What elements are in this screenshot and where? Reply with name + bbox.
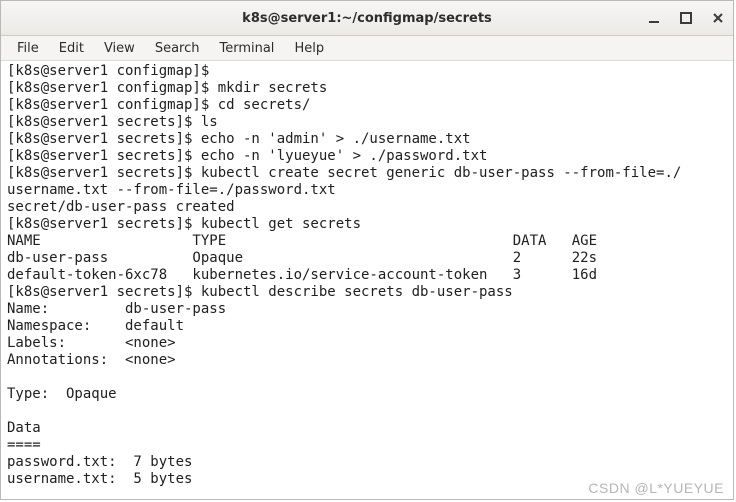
menubar: File Edit View Search Terminal Help — [1, 36, 733, 61]
terminal-line: [k8s@server1 secrets]$ echo -n 'admin' >… — [7, 131, 471, 147]
menu-edit[interactable]: Edit — [49, 39, 94, 58]
terminal-line: secret/db-user-pass created — [7, 199, 235, 215]
terminal-line: default-token-6xc78 kubernetes.io/servic… — [7, 267, 597, 283]
window-controls — [645, 1, 727, 35]
terminal-line: [k8s@server1 configmap]$ cd secrets/ — [7, 97, 310, 113]
terminal-line: [k8s@server1 secrets]$ kubectl get secre… — [7, 216, 361, 232]
terminal-line: [k8s@server1 secrets]$ echo -n 'lyueyue'… — [7, 148, 487, 164]
terminal-line: Annotations: <none> — [7, 352, 176, 368]
terminal-line: [k8s@server1 secrets]$ kubectl create se… — [7, 165, 681, 181]
terminal-line: Data — [7, 420, 41, 436]
menu-terminal[interactable]: Terminal — [209, 39, 284, 58]
terminal-line: password.txt: 7 bytes — [7, 454, 192, 470]
terminal-line: ==== — [7, 437, 41, 453]
titlebar[interactable]: k8s@server1:~/configmap/secrets — [1, 1, 733, 36]
terminal-line: [k8s@server1 secrets]$ kubectl describe … — [7, 284, 513, 300]
terminal-line: Type: Opaque — [7, 386, 117, 402]
menu-file[interactable]: File — [7, 39, 49, 58]
close-button[interactable] — [709, 9, 727, 27]
terminal-line: db-user-pass Opaque 2 22s — [7, 250, 597, 266]
menu-help[interactable]: Help — [284, 39, 334, 58]
terminal-line: [k8s@server1 configmap]$ mkdir secrets — [7, 80, 327, 96]
maximize-button[interactable] — [677, 9, 695, 27]
terminal-line: [k8s@server1 configmap]$ — [7, 63, 218, 79]
terminal-line: username.txt: 5 bytes — [7, 471, 192, 487]
menu-search[interactable]: Search — [145, 39, 210, 58]
window-title: k8s@server1:~/configmap/secrets — [1, 11, 733, 26]
terminal-line: Namespace: default — [7, 318, 184, 334]
terminal-line: [k8s@server1 secrets]$ ls — [7, 114, 218, 130]
terminal-line: Labels: <none> — [7, 335, 176, 351]
terminal-area[interactable]: [k8s@server1 configmap]$ [k8s@server1 co… — [1, 61, 733, 499]
minimize-button[interactable] — [645, 9, 663, 27]
terminal-line: Name: db-user-pass — [7, 301, 226, 317]
menu-view[interactable]: View — [94, 39, 145, 58]
terminal-window: k8s@server1:~/configmap/secrets File Edi… — [0, 0, 734, 500]
terminal-line: username.txt --from-file=./password.txt — [7, 182, 336, 198]
terminal-line: NAME TYPE DATA AGE — [7, 233, 597, 249]
